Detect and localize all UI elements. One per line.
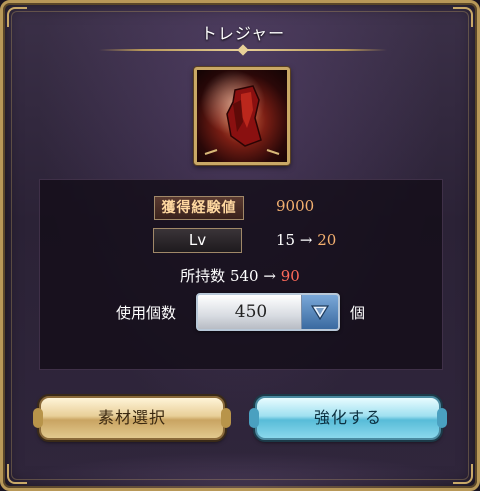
enhance-button[interactable]: 強化する [249, 396, 447, 440]
owned-to: 90 [280, 267, 300, 285]
level-label: Lv [153, 228, 242, 253]
button-cap-ornament [33, 408, 43, 428]
button-cap-ornament [437, 408, 447, 428]
quantity-value[interactable]: 450 [198, 295, 304, 329]
owned-label: 所持数 [180, 267, 226, 285]
frame-corner-ornament [453, 7, 473, 27]
frame-corner-ornament [7, 464, 27, 484]
treasure-item-card [194, 67, 290, 165]
exp-label: 獲得経験値 [154, 196, 244, 220]
title-divider [99, 49, 387, 51]
level-to: 20 [317, 231, 337, 249]
select-material-button[interactable]: 素材選択 [33, 396, 231, 440]
owned-count-row: 所持数 540 → 90 [0, 265, 480, 286]
red-treasure-icon [204, 85, 280, 155]
frame-corner-ornament [453, 464, 473, 484]
frame-corner-ornament [7, 7, 27, 27]
quantity-dropdown-button[interactable] [301, 295, 338, 329]
level-change: 15 → 20 [276, 231, 336, 249]
owned-from: 540 [229, 267, 259, 285]
arrow-icon: → [263, 267, 276, 285]
quantity-unit: 個 [350, 304, 366, 322]
enhance-label: 強化する [313, 408, 382, 427]
exp-value: 9000 [276, 197, 315, 215]
arrow-icon: → [299, 231, 313, 249]
dialog-title: トレジャー [200, 24, 286, 43]
dropdown-arrow-icon [311, 305, 329, 321]
use-quantity-label: 使用個数 [116, 304, 177, 322]
level-from: 15 [276, 231, 296, 249]
bottom-ornament [0, 452, 480, 488]
quantity-select[interactable]: 450 [196, 293, 340, 331]
button-cap-ornament [221, 408, 231, 428]
button-cap-ornament [249, 408, 259, 428]
select-material-label: 素材選択 [97, 408, 166, 427]
